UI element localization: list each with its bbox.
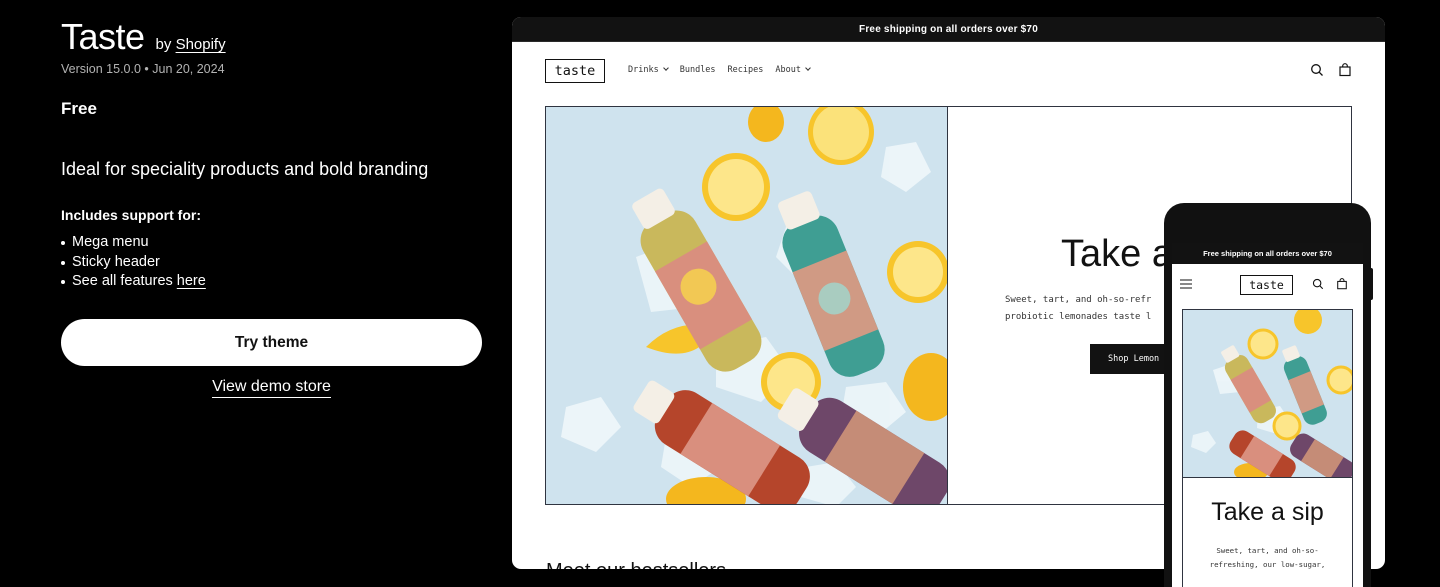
features-here-link[interactable]: here [177,273,206,289]
store-header: taste Drinks Bundles Recipes About [545,59,1352,83]
mobile-header: taste [1172,264,1363,308]
try-theme-button[interactable]: Try theme [61,319,482,366]
cart-icon [1337,278,1347,290]
view-demo-store-link[interactable]: View demo store [212,378,331,398]
feature-list: Mega menu Sticky header See all features… [61,233,206,292]
header-icons [1310,63,1352,77]
hero-title: Take a [1061,233,1173,275]
cart-icon [1339,63,1351,77]
see-all-label: See all features [72,273,173,289]
feature-item: Mega menu [61,233,206,253]
shopify-link[interactable]: Shopify [176,36,226,53]
theme-title-row: Taste by Shopify [61,16,226,58]
theme-name: Taste [61,16,145,57]
store-logo: taste [545,59,605,83]
by-label: by Shopify [156,36,226,53]
by-prefix: by [155,36,172,53]
mobile-hero-title: Take a sip [1211,498,1324,526]
version-meta: Version 15.0.0 • Jun 20, 2024 [61,62,225,76]
nav-item-drinks: Drinks [628,65,669,75]
chevron-down-icon [662,65,669,71]
lemonade-bottles-photo [1183,310,1352,477]
search-icon [1311,64,1323,76]
section-title: Meet our bestsellers [546,560,726,569]
hero-image [546,107,948,504]
theme-price: Free [61,99,97,118]
hamburger-menu-icon [1180,279,1192,289]
mobile-announcement-bar: Free shipping on all orders over $70 [1172,243,1363,264]
mobile-preview: Free shipping on all orders over $70 tas… [1164,203,1371,587]
lemonade-bottles-photo [546,107,947,504]
feature-item-see-all: See all features here [61,272,206,292]
announcement-bar: Free shipping on all orders over $70 [512,17,1385,42]
mobile-store-logo: taste [1240,275,1293,295]
store-nav: Drinks Bundles Recipes About [628,65,811,75]
feature-item: Sticky header [61,253,206,273]
mobile-hero-image [1183,310,1352,478]
mobile-hero-body-line: Sweet, tart, and oh-so- [1216,546,1319,555]
includes-heading: Includes support for: [61,207,201,223]
mobile-hero: Take a sip Sweet, tart, and oh-so- refre… [1182,309,1353,587]
theme-tagline: Ideal for speciality products and bold b… [61,159,429,179]
search-icon [1312,278,1324,290]
chevron-down-icon [805,65,811,71]
nav-item-about: About [775,65,811,75]
mobile-hero-body: Sweet, tart, and oh-so- refreshing, our … [1191,544,1344,572]
mobile-hero-body-line: refreshing, our low-sugar, [1209,560,1326,569]
phone-screen: Free shipping on all orders over $70 tas… [1172,243,1363,587]
nav-item-bundles: Bundles [679,65,716,75]
view-demo-link-wrap: View demo store [61,378,482,398]
nav-item-recipes: Recipes [727,65,764,75]
